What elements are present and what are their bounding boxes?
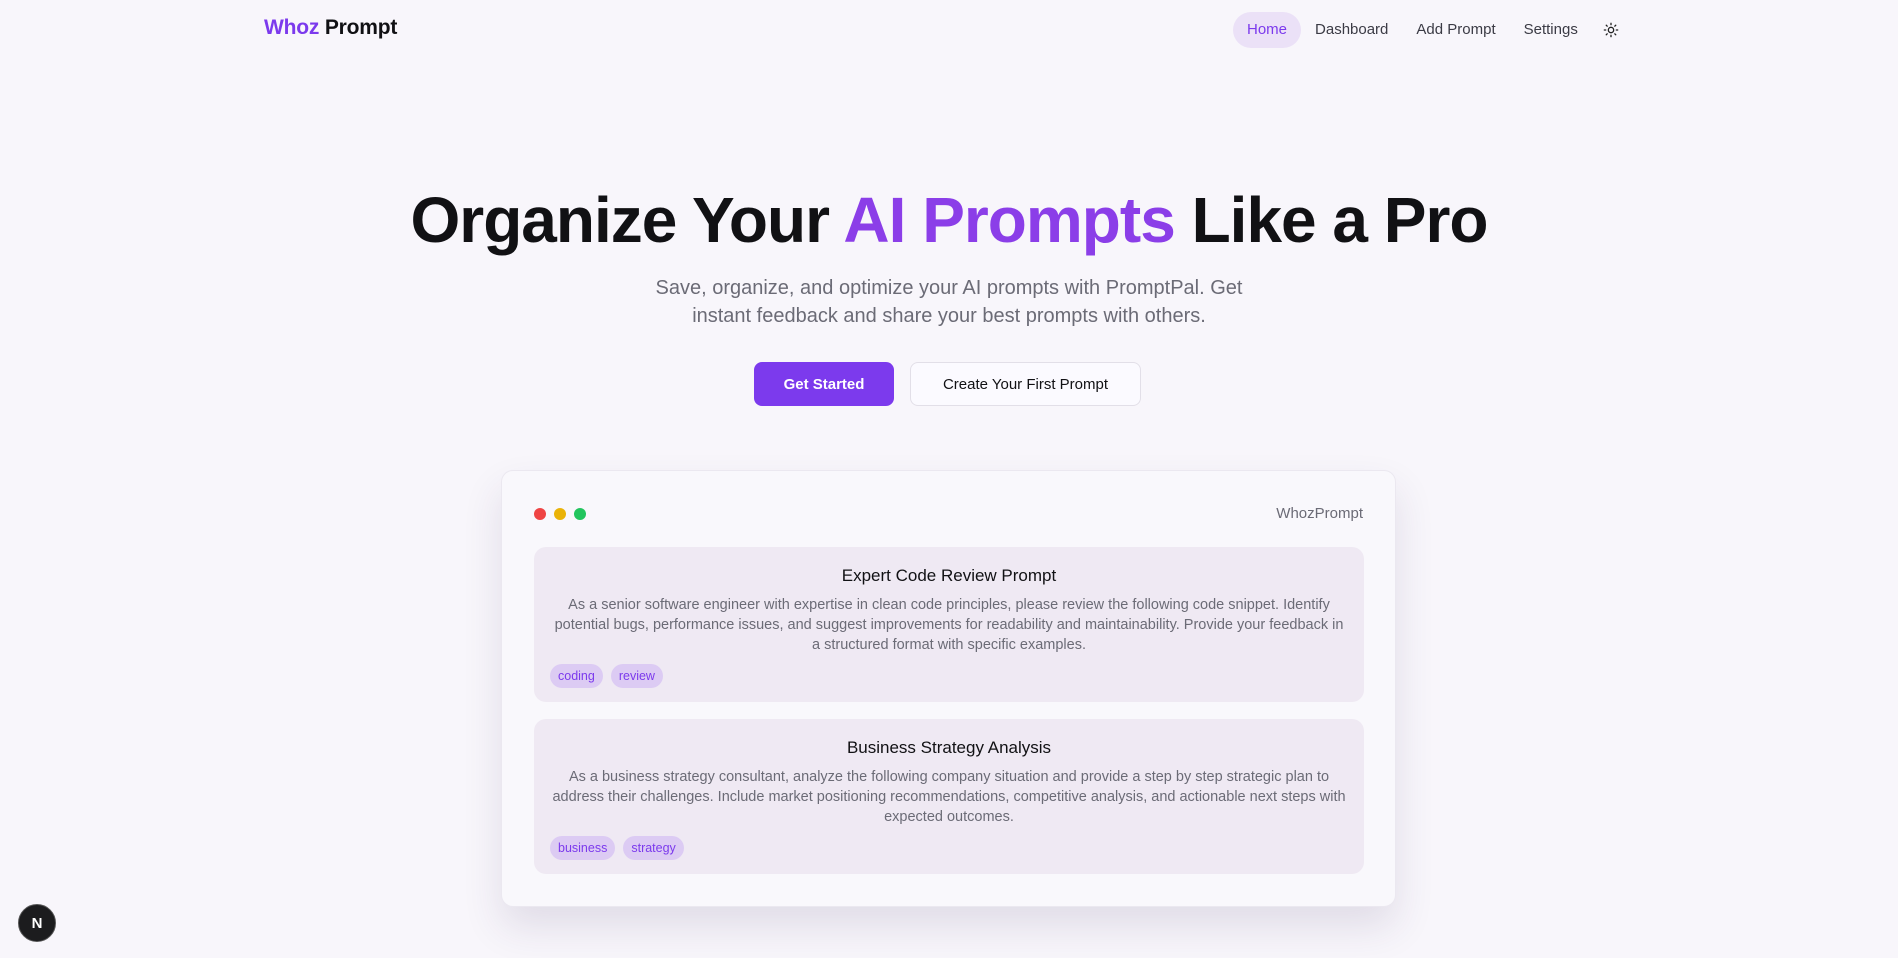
prompt-card-tags: coding review [550, 664, 1348, 688]
prompt-card-tags: business strategy [550, 836, 1348, 860]
nav-link-add-prompt[interactable]: Add Prompt [1402, 12, 1509, 48]
hero-title-accent: AI Prompts [843, 184, 1175, 256]
hero-title-end: Like a Pro [1174, 184, 1489, 256]
preview-window: WhozPrompt Expert Code Review Prompt As … [501, 470, 1396, 907]
nav-links: Home Dashboard Add Prompt Settings [1233, 12, 1626, 48]
tag-business[interactable]: business [550, 836, 616, 860]
prompt-card[interactable]: Business Strategy Analysis As a business… [534, 719, 1364, 874]
prompt-card-body: As a business strategy consultant, analy… [552, 769, 1346, 825]
prompt-card[interactable]: Expert Code Review Prompt As a senior so… [534, 547, 1364, 702]
hero-subtitle: Save, organize, and optimize your AI pro… [655, 277, 1243, 327]
hero-title: Organize Your AI Prompts Like a Pro [0, 180, 1898, 260]
get-started-button[interactable]: Get Started [754, 362, 894, 406]
window-title: WhozPrompt [1276, 505, 1363, 522]
prompt-card-title: Expert Code Review Prompt [841, 566, 1057, 585]
prompt-card-body: As a senior software engineer with exper… [554, 597, 1344, 653]
tag-review[interactable]: review [610, 664, 663, 688]
window-minimize-dot [554, 508, 566, 520]
window-maximize-dot [574, 508, 586, 520]
prompt-card-title: Business Strategy Analysis [846, 738, 1052, 757]
tag-strategy[interactable]: strategy [623, 836, 684, 860]
hero-title-start: Organize Your [410, 184, 844, 256]
logo[interactable]: Whoz Prompt [264, 16, 397, 40]
badge-letter: N [32, 915, 43, 932]
sun-icon [1603, 22, 1619, 38]
nav-link-settings[interactable]: Settings [1510, 12, 1592, 48]
theme-toggle-button[interactable] [1596, 12, 1626, 48]
tag-coding[interactable]: coding [550, 664, 603, 688]
logo-text: Prompt [324, 16, 398, 39]
create-first-prompt-button[interactable]: Create Your First Prompt [910, 362, 1141, 406]
n-logo-icon[interactable]: N [18, 904, 56, 942]
logo-accent: Whoz [264, 16, 320, 39]
window-close-dot [534, 508, 546, 520]
navbar: Whoz Prompt Home Dashboard Add Prompt Se… [0, 0, 1898, 60]
nav-link-dashboard[interactable]: Dashboard [1301, 12, 1402, 48]
nav-link-home[interactable]: Home [1233, 12, 1302, 48]
